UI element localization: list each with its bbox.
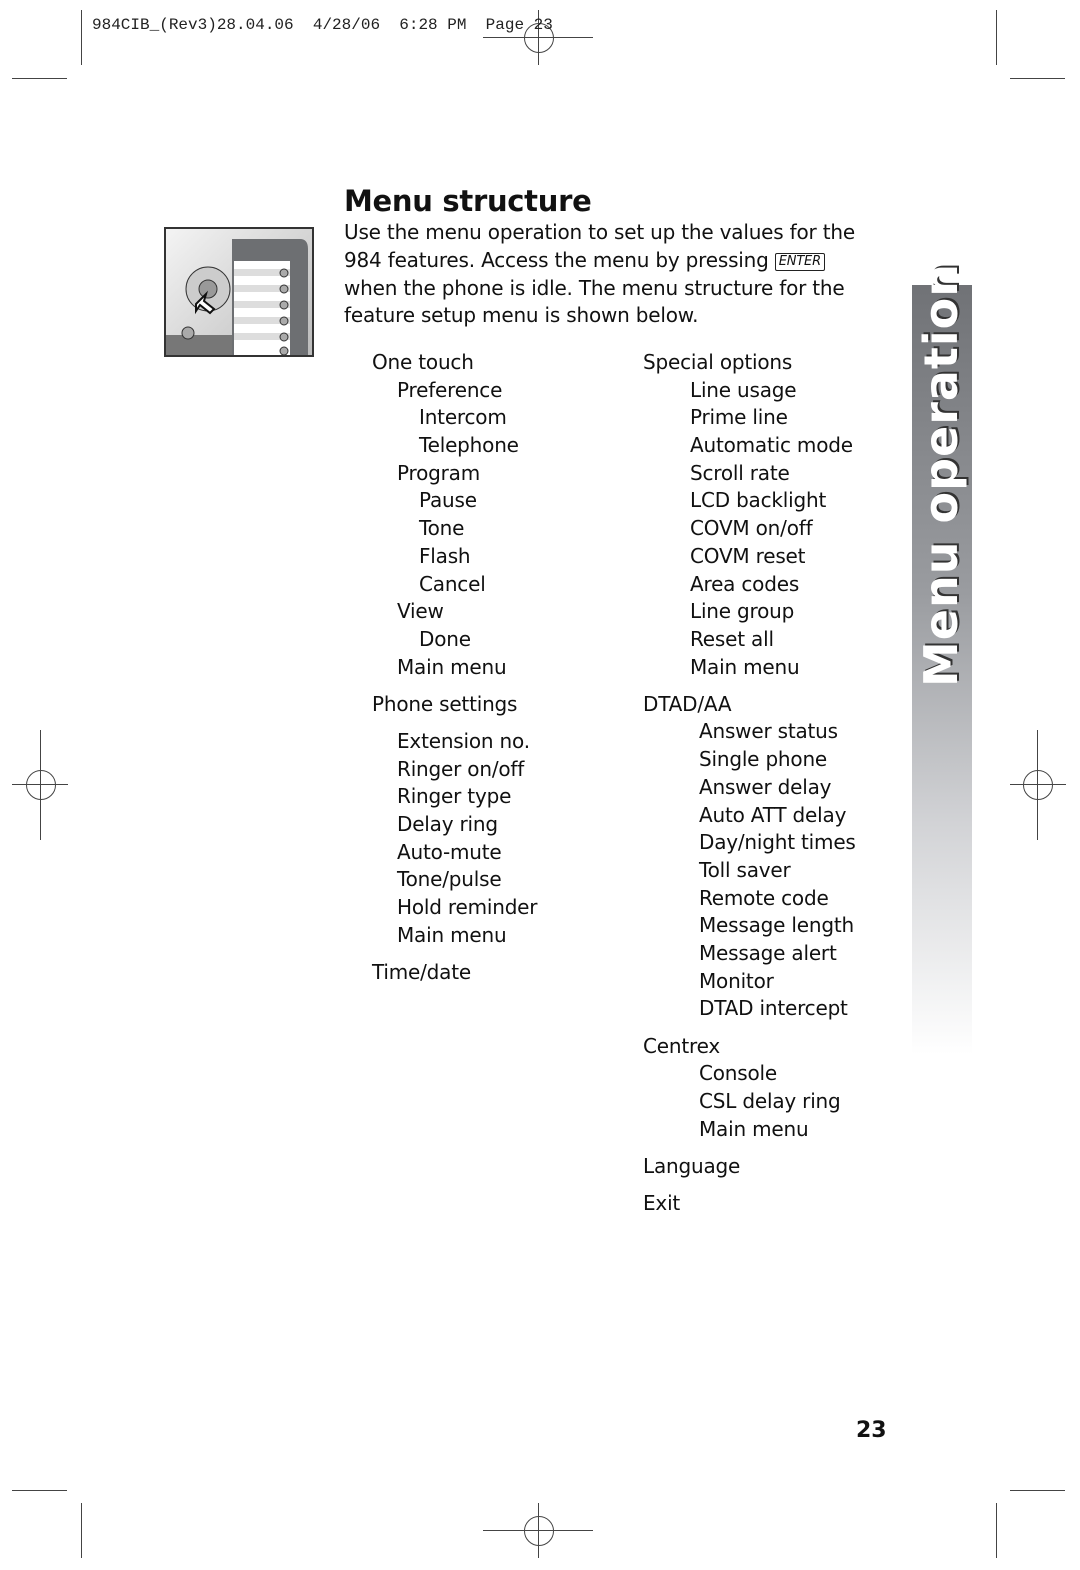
crop-mark [12, 78, 67, 80]
menu-item: Cancel [419, 571, 486, 596]
menu-item: Auto-mute [397, 839, 502, 864]
menu-item: Tone [419, 516, 465, 541]
registration-mark [1023, 770, 1053, 800]
crop-mark [1010, 1490, 1065, 1492]
menu-item: Language [643, 1153, 741, 1178]
menu-tree-left: One touch Preference Intercom Telephone Prog… [372, 349, 538, 987]
menu-item: Reset all [690, 626, 774, 651]
phone-illustration [164, 227, 314, 357]
menu-item: Pause [419, 488, 477, 513]
section-tab-label: Menu operation [914, 262, 968, 688]
menu-item: Prime line [690, 405, 788, 430]
crop-mark [996, 1503, 998, 1558]
menu-item: COVM reset [690, 543, 806, 568]
menu-item: Toll saver [699, 857, 791, 882]
menu-item: Single phone [699, 747, 828, 772]
menu-item: Done [419, 626, 471, 651]
menu-item: Preference [397, 377, 503, 402]
menu-item: Centrex [643, 1033, 720, 1058]
menu-item: Time/date [372, 959, 471, 984]
menu-item: Line group [690, 599, 795, 624]
menu-item: Scroll rate [690, 460, 790, 485]
menu-item: View [397, 599, 444, 624]
menu-item: Exit [643, 1190, 681, 1215]
menu-item: Main menu [699, 1116, 809, 1141]
crop-mark [996, 10, 998, 65]
menu-item: Special options [643, 350, 793, 374]
menu-item: DTAD/AA [643, 691, 732, 716]
menu-item: Tone/pulse [397, 867, 502, 892]
intro-paragraph: Use the menu operation to set up the val… [344, 219, 884, 330]
menu-tree-right: Special options Line usage Prime line Autom… [643, 349, 856, 1218]
menu-item: DTAD intercept [699, 996, 848, 1021]
menu-item: One touch [372, 350, 474, 374]
menu-item: Area codes [690, 571, 800, 596]
menu-item: Intercom [419, 405, 507, 430]
crop-mark [81, 1503, 83, 1558]
menu-item: Automatic mode [690, 433, 853, 458]
menu-item: Remote code [699, 885, 829, 910]
menu-item: Extension no. [397, 728, 530, 753]
registration-mark [524, 1516, 554, 1546]
crop-mark [12, 1490, 67, 1492]
menu-item: COVM on/off [690, 516, 813, 541]
menu-item: Phone settings [372, 691, 518, 716]
crop-mark [1010, 78, 1065, 80]
registration-mark [26, 770, 56, 800]
menu-item: CSL delay ring [699, 1088, 841, 1113]
menu-item: Line usage [690, 377, 797, 402]
menu-item: LCD backlight [690, 488, 827, 513]
menu-item: Delay ring [397, 812, 498, 836]
crop-mark [81, 10, 83, 65]
menu-item: Ringer on/off [397, 756, 525, 781]
enter-key-icon: ENTER [774, 252, 825, 271]
menu-item: Main menu [397, 922, 507, 947]
menu-item: Auto ATT delay [699, 802, 847, 827]
menu-item: Console [699, 1061, 777, 1086]
print-slug: 984CIB_(Rev3)28.04.06 4/28/06 6:28 PM Pa… [92, 16, 553, 34]
menu-item: Main menu [690, 654, 800, 679]
menu-item: Program [397, 460, 480, 485]
menu-item: Telephone [419, 433, 519, 458]
menu-item: Flash [419, 543, 471, 568]
intro-text: when the phone is idle. The menu structu… [344, 275, 845, 328]
page-title: Menu structure [344, 184, 592, 218]
menu-item: Main menu [397, 654, 507, 679]
page-number: 23 [856, 1418, 887, 1443]
menu-item: Answer status [699, 719, 838, 744]
menu-item: Day/night times [699, 830, 856, 855]
menu-item: Ringer type [397, 784, 512, 809]
menu-item: Monitor [699, 968, 774, 993]
menu-item: Answer delay [699, 774, 832, 799]
menu-item: Message alert [699, 940, 837, 965]
menu-item: Hold reminder [397, 895, 538, 920]
menu-item: Message length [699, 913, 854, 938]
